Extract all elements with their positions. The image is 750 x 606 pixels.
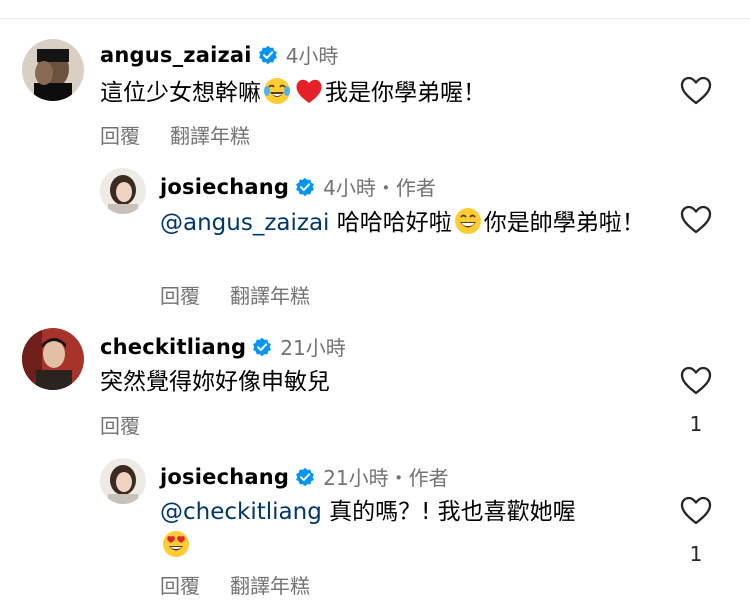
verified-badge-icon: [253, 337, 272, 356]
like-count: 1: [689, 542, 703, 566]
comment-text: @checkitliang 真的嗎？! 我也喜歡她喔: [160, 496, 640, 563]
avatar[interactable]: [22, 39, 84, 101]
comment-text-part: 這位少女想幹嘛: [100, 80, 261, 106]
like-count: 1: [689, 412, 703, 436]
translate-button[interactable]: 翻譯年糕: [230, 284, 310, 308]
username[interactable]: angus_zaizai: [100, 43, 252, 67]
heart-eyes-face-icon: [163, 531, 189, 557]
comment-text-part: 你是帥學弟啦！: [483, 210, 645, 236]
avatar[interactable]: [100, 168, 146, 214]
reply-button[interactable]: 回覆: [160, 574, 200, 598]
verified-badge-icon: [258, 45, 277, 64]
comment-text-part: 我是你學弟喔！: [325, 80, 486, 106]
reply-button[interactable]: 回覆: [100, 124, 140, 148]
like-heart-icon[interactable]: [680, 496, 712, 526]
translate-button[interactable]: 翻譯年糕: [230, 574, 310, 598]
avatar[interactable]: [22, 328, 84, 390]
mention-link[interactable]: @checkitliang: [160, 499, 322, 525]
timestamp: 4小時: [285, 44, 339, 68]
reply-button[interactable]: 回覆: [100, 414, 140, 438]
grinning-face-icon: [454, 208, 481, 234]
comment-text: @angus_zaizai 哈哈哈好啦 你是帥學弟啦！: [160, 206, 660, 240]
timestamp: 21小時: [280, 336, 346, 360]
face-with-tears-of-joy-icon: [264, 78, 290, 104]
username[interactable]: josiechang: [160, 175, 289, 199]
username[interactable]: checkitliang: [100, 335, 246, 359]
mention-link[interactable]: @angus_zaizai: [160, 210, 329, 236]
translate-button[interactable]: 翻譯年糕: [170, 124, 250, 148]
comment-text: 突然覺得妳好像申敏兒: [100, 369, 330, 395]
avatar[interactable]: [100, 458, 146, 504]
verified-badge-icon: [296, 177, 315, 196]
top-divider: [0, 18, 750, 19]
username[interactable]: josiechang: [160, 465, 289, 489]
reply-button[interactable]: 回覆: [160, 284, 200, 308]
comment-text-part: 哈哈哈好啦: [329, 210, 452, 236]
red-heart-icon: [296, 79, 322, 103]
verified-badge-icon: [296, 467, 315, 486]
like-heart-icon[interactable]: [680, 366, 712, 396]
timestamp: 21小時・作者: [323, 466, 449, 490]
comment-text: 這位少女想幹嘛 我是你學弟喔！: [100, 76, 486, 110]
like-heart-icon[interactable]: [680, 205, 712, 235]
like-heart-icon[interactable]: [680, 76, 712, 106]
timestamp: 4小時・作者: [323, 176, 436, 200]
comment-text-part: 真的嗎？! 我也喜歡她喔: [321, 499, 576, 525]
